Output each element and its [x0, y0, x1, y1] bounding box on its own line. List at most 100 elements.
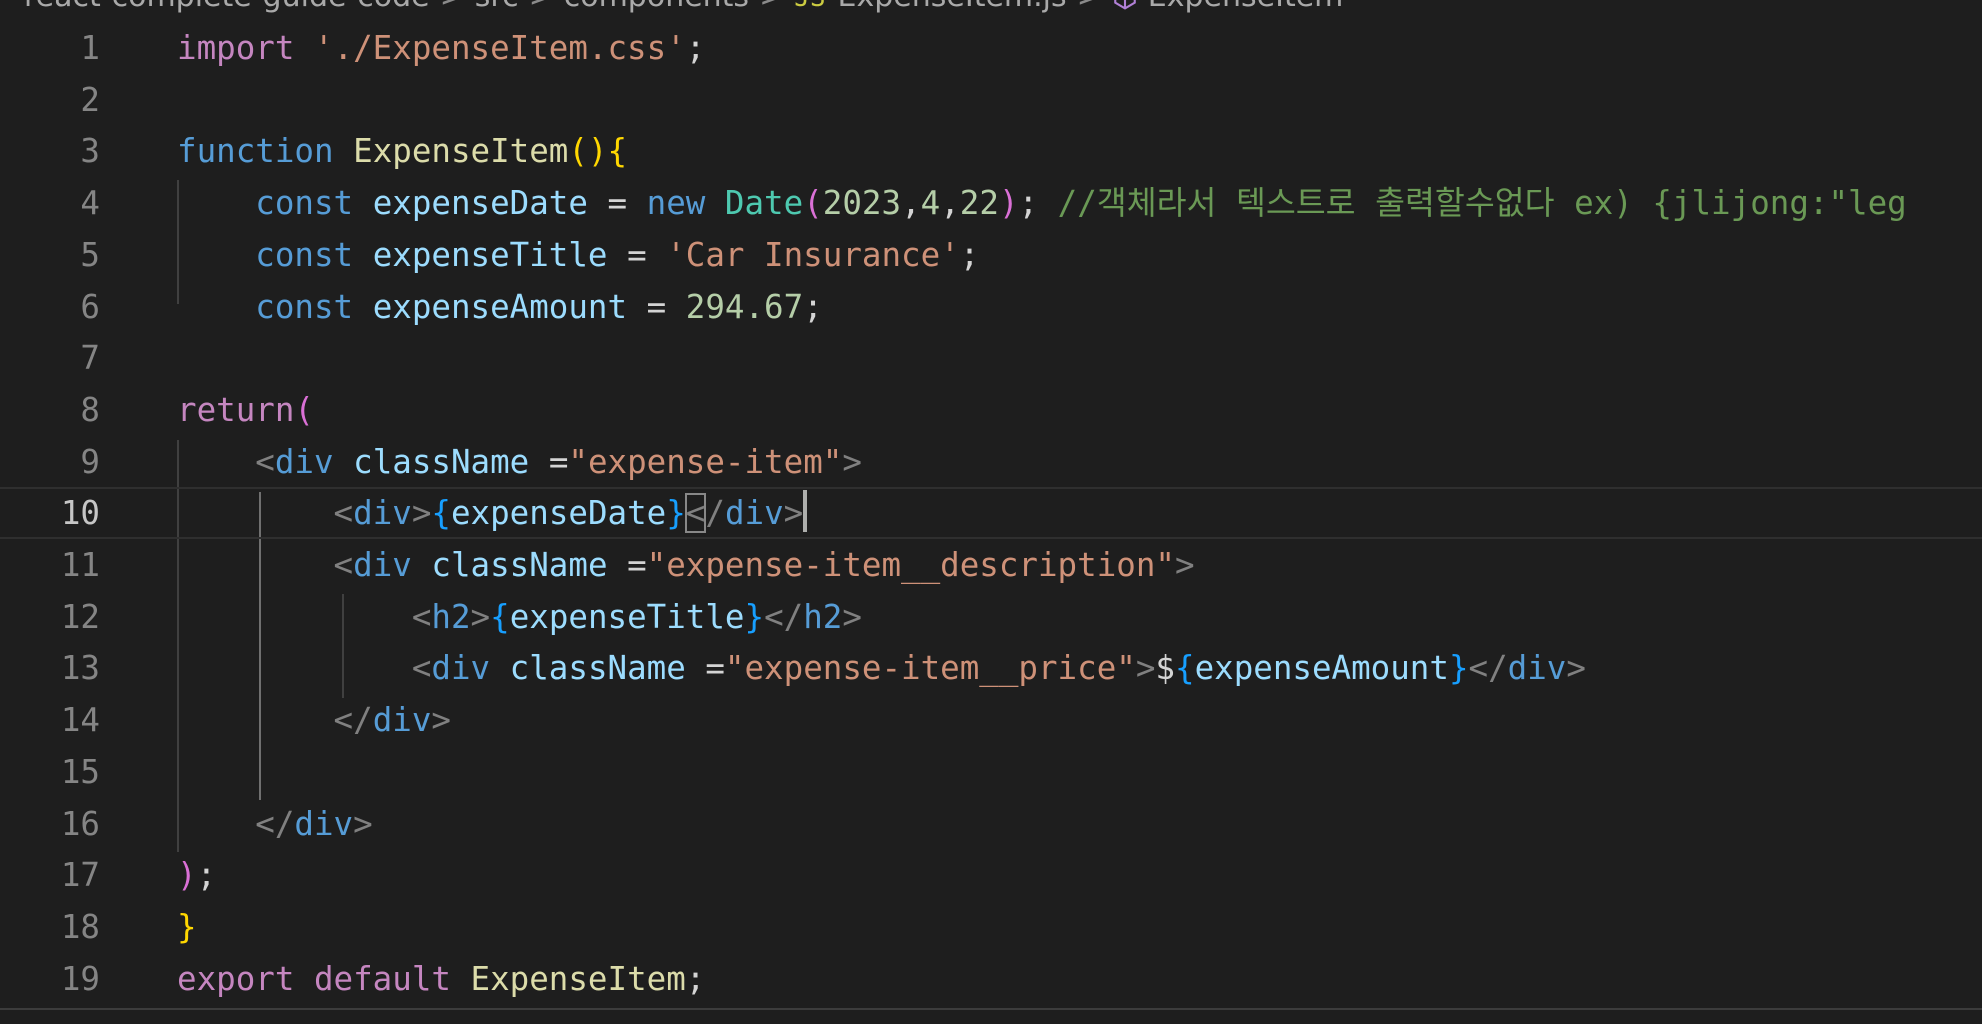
code-line[interactable]: 2: [0, 74, 1982, 126]
line-number: 16: [60, 805, 100, 843]
code-token: ,: [940, 184, 960, 222]
code-editor[interactable]: 1 import './ExpenseItem.css'; 2 3 function E…: [0, 0, 1982, 1008]
code-token: "expense-item": [568, 443, 843, 481]
code-token: {: [607, 132, 628, 170]
code-token: const: [255, 236, 354, 274]
code-line[interactable]: 3 function ExpenseItem(){: [0, 125, 1982, 177]
code-token: >: [470, 598, 491, 636]
line-number: 5: [80, 236, 100, 274]
code-token: 294.67: [685, 288, 804, 326]
line-code: );: [177, 849, 216, 901]
code-line[interactable]: 13 <div className ="expense-item__price"…: [0, 642, 1982, 694]
line-code: export default ExpenseItem;: [177, 953, 705, 1005]
code-token: div: [372, 701, 432, 739]
code-token: function: [177, 132, 334, 170]
code-token: }: [177, 908, 197, 946]
code-token: >: [842, 598, 862, 636]
code-token: className: [509, 649, 686, 687]
code-line[interactable]: 11 <div className ="expense-item__descri…: [0, 539, 1982, 591]
line-number: 13: [60, 649, 100, 687]
editor-bottom-border: [0, 1008, 1982, 1010]
code-line[interactable]: 5 const expenseTitle = 'Car Insurance';: [0, 229, 1982, 281]
code-line[interactable]: 8 return(: [0, 384, 1982, 436]
code-token: div: [274, 443, 334, 481]
code-token: expenseAmount: [1194, 649, 1449, 687]
code-token: 22: [959, 184, 999, 222]
code-token: default: [313, 960, 451, 998]
code-token: return: [177, 391, 295, 429]
code-line[interactable]: 6 const expenseAmount = 294.67;: [0, 281, 1982, 333]
code-line[interactable]: 7: [0, 332, 1982, 384]
code-token: expenseAmount: [372, 288, 628, 326]
line-code: function ExpenseItem(){: [177, 125, 627, 177]
code-token: 4: [920, 184, 941, 222]
line-number: 14: [60, 701, 100, 739]
code-line[interactable]: 1 import './ExpenseItem.css';: [0, 22, 1982, 74]
code-token: </: [255, 805, 295, 843]
line-code: import './ExpenseItem.css';: [177, 22, 705, 74]
code-line[interactable]: 10 <div>{expenseDate}</div>: [0, 487, 1982, 539]
line-number: 2: [80, 81, 100, 119]
code-token: (: [803, 184, 823, 222]
code-token: expenseTitle: [509, 598, 745, 636]
code-token: <: [333, 494, 354, 532]
line-code: <div className ="expense-item__descripti…: [177, 539, 1195, 591]
code-token: }: [666, 494, 686, 532]
line-code: </div>: [177, 694, 451, 746]
line-number: 18: [60, 908, 100, 946]
code-token: ;: [959, 236, 980, 274]
code-token: </: [1468, 649, 1508, 687]
line-number: 7: [80, 339, 100, 377]
code-token: div: [353, 546, 412, 584]
code-token: h2: [431, 598, 471, 636]
line-number: 6: [80, 288, 100, 326]
code-token: div: [724, 494, 784, 532]
code-line[interactable]: 12 <h2>{expenseTitle}</h2>: [0, 591, 1982, 643]
code-token: div: [431, 649, 491, 687]
code-token: {: [1174, 649, 1195, 687]
code-line[interactable]: 16 </div>: [0, 798, 1982, 850]
line-number: 17: [60, 856, 100, 894]
code-token: =: [685, 649, 725, 687]
code-token: ;: [196, 856, 217, 894]
code-token: >: [411, 494, 432, 532]
line-number: 12: [60, 598, 100, 636]
code-token: </: [764, 598, 804, 636]
code-line[interactable]: 9 <div className ="expense-item">: [0, 436, 1982, 488]
code-line[interactable]: 18}: [0, 901, 1982, 953]
line-number: 15: [60, 753, 100, 791]
code-token: }: [1448, 649, 1469, 687]
code-token: ;: [803, 288, 823, 326]
code-token: "expense-item__description": [646, 546, 1175, 584]
code-token: =: [607, 546, 647, 584]
line-code: return(: [177, 384, 314, 436]
code-line[interactable]: 19 export default ExpenseItem;: [0, 953, 1982, 1005]
text-cursor: [803, 490, 808, 532]
code-token: ;: [1018, 184, 1058, 222]
code-line[interactable]: 4 const expenseDate = new Date(2023,4,22…: [0, 177, 1982, 229]
code-token: const: [255, 288, 354, 326]
code-token: {: [490, 598, 510, 636]
line-number: 11: [60, 546, 100, 584]
code-token: }: [744, 598, 765, 636]
code-line[interactable]: 15: [0, 746, 1982, 798]
code-line[interactable]: 14 </div>: [0, 694, 1982, 746]
code-token: ;: [685, 29, 706, 67]
code-token: new: [646, 184, 706, 222]
code-token: >: [1174, 546, 1195, 584]
code-line[interactable]: 17);: [0, 849, 1982, 901]
line-number: 1: [80, 29, 100, 67]
code-token: h2: [803, 598, 843, 636]
code-token: >: [431, 701, 451, 739]
code-token: =: [607, 236, 667, 274]
